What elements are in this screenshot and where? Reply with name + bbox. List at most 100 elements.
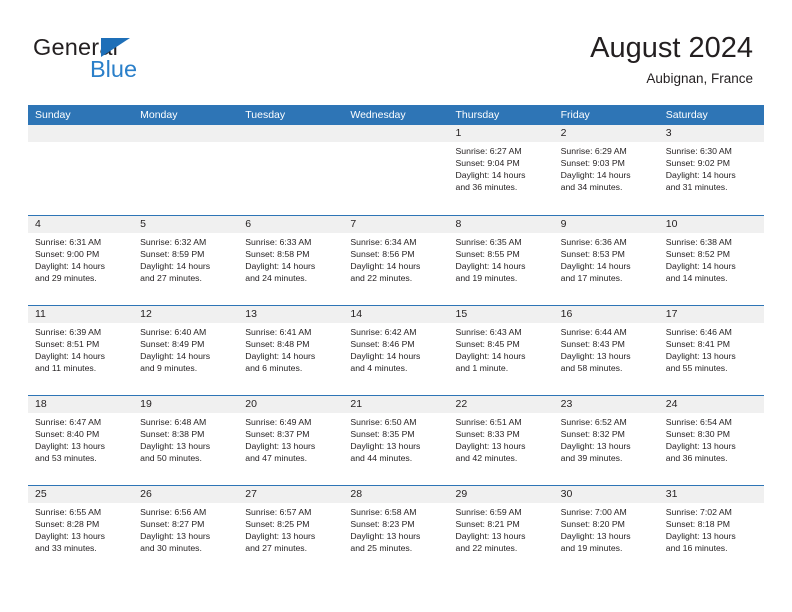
day-cell-empty [28, 125, 134, 215]
day-detail-line: Daylight: 14 hours [35, 261, 106, 272]
day-cell[interactable]: 24 Sunrise: 6:54 AM Sunset: 8:30 PM Dayligh… [658, 396, 764, 485]
day-cell[interactable]: 29 Sunrise: 6:59 AM Sunset: 8:21 PM Dayligh… [448, 486, 554, 575]
day-detail-line: Sunrise: 6:43 AM [455, 327, 522, 337]
day-detail-line: Daylight: 13 hours [455, 441, 526, 452]
day-detail-line: Sunset: 9:04 PM [455, 158, 520, 169]
day-cell[interactable]: 20 Sunrise: 6:49 AM Sunset: 8:37 PM Dayligh… [238, 396, 344, 485]
day-detail-line: Sunset: 8:20 PM [560, 519, 625, 530]
day-detail-line: and 19 minutes. [455, 273, 518, 284]
day-details: Sunrise: 6:30 AM Sunset: 9:02 PM Daylight:… [659, 142, 764, 193]
day-cell[interactable]: 31 Sunrise: 7:02 AM Sunset: 8:18 PM Dayligh… [658, 486, 764, 575]
day-cell[interactable]: 26 Sunrise: 6:56 AM Sunset: 8:27 PM Dayligh… [133, 486, 239, 575]
day-detail-line: Daylight: 13 hours [245, 441, 316, 452]
day-cell[interactable]: 15 Sunrise: 6:43 AM Sunset: 8:45 PM Dayligh… [448, 306, 554, 395]
day-details: Sunrise: 6:41 AM Sunset: 8:48 PM Daylight:… [238, 323, 343, 374]
day-cell[interactable]: 23 Sunrise: 6:52 AM Sunset: 8:32 PM Dayligh… [553, 396, 659, 485]
day-detail-line: Sunset: 8:45 PM [455, 339, 520, 350]
day-cell[interactable]: 2 Sunrise: 6:29 AM Sunset: 9:03 PM Daylight… [553, 125, 659, 215]
calendar-grid: Sunday Monday Tuesday Wednesday Thursday Frid… [28, 105, 764, 575]
day-detail-line: Daylight: 13 hours [560, 351, 631, 362]
day-cell[interactable]: 22 Sunrise: 6:51 AM Sunset: 8:33 PM Dayligh… [448, 396, 554, 485]
day-cell[interactable]: 19 Sunrise: 6:48 AM Sunset: 8:38 PM Dayligh… [133, 396, 239, 485]
day-detail-line: and 24 minutes. [245, 273, 308, 284]
day-detail-line: Sunrise: 6:59 AM [455, 507, 522, 517]
day-details: Sunrise: 6:48 AM Sunset: 8:38 PM Daylight:… [133, 413, 238, 464]
day-cell[interactable]: 6 Sunrise: 6:33 AM Sunset: 8:58 PM Daylight… [238, 216, 344, 305]
day-detail-line: Daylight: 14 hours [455, 261, 526, 272]
day-number [238, 125, 344, 142]
day-cell[interactable]: 11 Sunrise: 6:39 AM Sunset: 8:51 PM Dayligh… [28, 306, 134, 395]
day-number: 15 [448, 306, 554, 323]
day-detail-line: and 36 minutes. [455, 182, 518, 193]
day-cell[interactable]: 8 Sunrise: 6:35 AM Sunset: 8:55 PM Daylight… [448, 216, 554, 305]
day-cell[interactable]: 4 Sunrise: 6:31 AM Sunset: 9:00 PM Daylight… [28, 216, 134, 305]
day-detail-line: Sunrise: 6:55 AM [35, 507, 102, 517]
day-detail-line: and 29 minutes. [35, 273, 97, 284]
day-detail-line: Daylight: 14 hours [455, 351, 526, 362]
day-cell[interactable]: 7 Sunrise: 6:34 AM Sunset: 8:56 PM Daylight… [343, 216, 449, 305]
day-detail-line: Daylight: 13 hours [560, 441, 631, 452]
day-detail-line: Sunrise: 6:58 AM [350, 507, 417, 517]
day-cell[interactable]: 25 Sunrise: 6:55 AM Sunset: 8:28 PM Dayligh… [28, 486, 134, 575]
weekday-header-sunday: Sunday [35, 109, 71, 121]
day-detail-line: and 9 minutes. [140, 363, 198, 374]
day-detail-line: Sunset: 8:43 PM [560, 339, 625, 350]
day-cell[interactable]: 21 Sunrise: 6:50 AM Sunset: 8:35 PM Dayligh… [343, 396, 449, 485]
day-details: Sunrise: 6:32 AM Sunset: 8:59 PM Daylight:… [133, 233, 238, 284]
day-detail-line: Sunrise: 7:02 AM [665, 507, 732, 517]
day-cell[interactable]: 9 Sunrise: 6:36 AM Sunset: 8:53 PM Daylight… [553, 216, 659, 305]
day-detail-line: Sunset: 8:59 PM [140, 249, 205, 260]
day-number: 13 [238, 306, 344, 323]
day-cell[interactable]: 14 Sunrise: 6:42 AM Sunset: 8:46 PM Dayligh… [343, 306, 449, 395]
day-number: 8 [448, 216, 554, 233]
day-cell[interactable]: 12 Sunrise: 6:40 AM Sunset: 8:49 PM Dayligh… [133, 306, 239, 395]
day-cell[interactable]: 10 Sunrise: 6:38 AM Sunset: 8:52 PM Dayligh… [658, 216, 764, 305]
day-number: 10 [658, 216, 764, 233]
general-blue-logo: General Blue [33, 34, 243, 86]
day-cell[interactable]: 3 Sunrise: 6:30 AM Sunset: 9:02 PM Daylight… [658, 125, 764, 215]
day-details [133, 142, 238, 145]
day-cell-empty [133, 125, 239, 215]
day-detail-line: Sunset: 8:37 PM [245, 429, 310, 440]
day-cell[interactable]: 18 Sunrise: 6:47 AM Sunset: 8:40 PM Dayligh… [28, 396, 134, 485]
day-number: 18 [28, 396, 134, 413]
day-detail-line: and 55 minutes. [665, 363, 728, 374]
day-cell[interactable]: 17 Sunrise: 6:46 AM Sunset: 8:41 PM Dayligh… [658, 306, 764, 395]
day-detail-line: Sunrise: 6:47 AM [35, 417, 102, 427]
day-detail-line: and 34 minutes. [560, 182, 623, 193]
day-number: 4 [28, 216, 134, 233]
day-detail-line: Sunset: 8:49 PM [140, 339, 205, 350]
day-details: Sunrise: 6:42 AM Sunset: 8:46 PM Daylight:… [343, 323, 448, 374]
day-cell[interactable]: 27 Sunrise: 6:57 AM Sunset: 8:25 PM Dayligh… [238, 486, 344, 575]
day-detail-line: Sunset: 8:51 PM [35, 339, 100, 350]
day-detail-line: and 27 minutes. [245, 543, 308, 554]
day-cell[interactable]: 28 Sunrise: 6:58 AM Sunset: 8:23 PM Dayligh… [343, 486, 449, 575]
day-cell[interactable]: 30 Sunrise: 7:00 AM Sunset: 8:20 PM Dayligh… [553, 486, 659, 575]
day-detail-line: and 39 minutes. [560, 453, 623, 464]
day-detail-line: Sunrise: 6:46 AM [665, 327, 732, 337]
day-cell[interactable]: 13 Sunrise: 6:41 AM Sunset: 8:48 PM Dayligh… [238, 306, 344, 395]
page-header: General Blue August 2024 Aubignan, Franc… [0, 0, 792, 104]
day-detail-line: Daylight: 13 hours [245, 531, 316, 542]
day-cell[interactable]: 16 Sunrise: 6:44 AM Sunset: 8:43 PM Dayligh… [553, 306, 659, 395]
day-details: Sunrise: 6:52 AM Sunset: 8:32 PM Daylight:… [554, 413, 659, 464]
day-cell[interactable]: 5 Sunrise: 6:32 AM Sunset: 8:59 PM Daylight… [133, 216, 239, 305]
day-detail-line: Sunset: 8:58 PM [245, 249, 310, 260]
day-number: 7 [343, 216, 449, 233]
day-detail-line: Sunrise: 6:48 AM [140, 417, 207, 427]
weekday-header-saturday: Saturday [665, 109, 708, 121]
day-details: Sunrise: 6:44 AM Sunset: 8:43 PM Daylight:… [554, 323, 659, 374]
day-detail-line: Daylight: 14 hours [35, 351, 106, 362]
day-cell[interactable]: 1 Sunrise: 6:27 AM Sunset: 9:04 PM Daylight… [448, 125, 554, 215]
day-detail-line: Sunset: 8:30 PM [665, 429, 730, 440]
day-detail-line: Sunset: 8:21 PM [455, 519, 520, 530]
day-detail-line: Sunrise: 6:27 AM [455, 146, 522, 156]
day-detail-line: Sunset: 8:56 PM [350, 249, 415, 260]
day-detail-line: Sunset: 9:02 PM [665, 158, 730, 169]
day-details: Sunrise: 6:39 AM Sunset: 8:51 PM Daylight:… [28, 323, 133, 374]
day-number: 6 [238, 216, 344, 233]
day-details: Sunrise: 6:27 AM Sunset: 9:04 PM Daylight:… [449, 142, 554, 193]
day-detail-line: Sunset: 8:55 PM [455, 249, 520, 260]
day-detail-line: Daylight: 13 hours [350, 531, 421, 542]
day-details: Sunrise: 6:38 AM Sunset: 8:52 PM Daylight:… [659, 233, 764, 284]
